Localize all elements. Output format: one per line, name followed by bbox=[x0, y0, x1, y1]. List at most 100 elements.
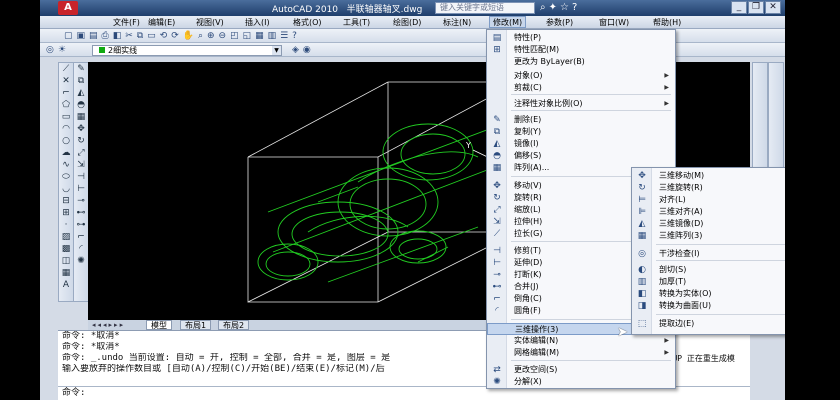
make-block-icon[interactable]: ⊞ bbox=[59, 207, 73, 219]
ucs-y-label: Y bbox=[465, 141, 471, 150]
modify-menu-item[interactable]: 网格编辑(M) ▶ bbox=[487, 347, 675, 359]
offset-icon[interactable]: ◓ bbox=[74, 99, 88, 111]
modify-menu-item[interactable]: ⊞ 特性匹配(M) bbox=[487, 44, 675, 56]
spline-icon[interactable]: ∿ bbox=[59, 159, 73, 171]
rectangle-icon[interactable]: ▭ bbox=[59, 111, 73, 123]
3d-submenu-item[interactable]: ↻ 三维旋转(R) bbox=[632, 182, 785, 194]
break-icon[interactable]: ⊷ bbox=[74, 207, 88, 219]
menu-help[interactable]: 帮助(H) bbox=[650, 17, 684, 28]
app-name: AutoCAD 2010 bbox=[272, 5, 339, 15]
copy-icon: ⧉ bbox=[493, 127, 501, 137]
modify-menu-item[interactable]: 对象(O) ▶ bbox=[487, 70, 675, 82]
3d-mirror-icon: ◭ bbox=[638, 219, 646, 229]
3d-submenu-item[interactable]: ⊫ 三维对齐(A) bbox=[632, 206, 785, 218]
stretch-icon[interactable]: ⇲ bbox=[74, 159, 88, 171]
ellipse-icon[interactable]: ⬭ bbox=[59, 171, 73, 183]
construction-line-icon[interactable]: ✕ bbox=[59, 75, 73, 87]
modify-menu-item[interactable]: ◓ 偏移(S) bbox=[487, 150, 675, 162]
menu-view[interactable]: 视图(V) bbox=[193, 17, 227, 28]
modify-menu-item[interactable]: 剪裁(C) ▶ bbox=[487, 82, 675, 94]
stretch-icon: ⇲ bbox=[493, 217, 501, 227]
modify-menu-item[interactable]: ✎ 删除(E) bbox=[487, 114, 675, 126]
3d-rotate-icon: ↻ bbox=[638, 183, 646, 193]
menu-insert[interactable]: 插入(I) bbox=[242, 17, 273, 28]
erase-icon[interactable]: ✎ bbox=[74, 63, 88, 75]
menu-format[interactable]: 格式(O) bbox=[290, 17, 325, 28]
region-icon[interactable]: ◫ bbox=[59, 255, 73, 267]
3d-submenu-item[interactable]: ◐ 剖切(S) bbox=[632, 264, 785, 276]
3d-submenu-item-label: 干涉检查(I) bbox=[659, 249, 700, 258]
ellipse-arc-icon[interactable]: ◡ bbox=[59, 183, 73, 195]
menu-parametric[interactable]: 参数(P) bbox=[543, 17, 576, 28]
3d-submenu-item[interactable]: ▦ 三维阵列(3) bbox=[632, 230, 785, 242]
break-point-icon[interactable]: ⊸ bbox=[74, 195, 88, 207]
chamfer-icon[interactable]: ⌐ bbox=[74, 231, 88, 243]
menu-window[interactable]: 窗口(W) bbox=[596, 17, 632, 28]
move-icon[interactable]: ✥ bbox=[74, 123, 88, 135]
tab-layout2[interactable]: 布局2 bbox=[218, 320, 250, 330]
infocenter-icons[interactable]: ⌕✦☆? bbox=[540, 2, 580, 13]
mirror-icon[interactable]: ◭ bbox=[74, 87, 88, 99]
mtext-icon[interactable]: A bbox=[59, 279, 73, 291]
menu-tools[interactable]: 工具(T) bbox=[340, 17, 373, 28]
modify-menu-item[interactable]: ◭ 镜像(I) bbox=[487, 138, 675, 150]
restore-icon[interactable]: ❐ bbox=[748, 1, 764, 14]
array-icon[interactable]: ▦ bbox=[74, 111, 88, 123]
modify-menu-item[interactable]: 更改为 ByLayer(B) bbox=[487, 56, 675, 68]
copy-icon[interactable]: ⧉ bbox=[74, 75, 88, 87]
layer-state-icons[interactable]: ◎☀ bbox=[46, 45, 70, 55]
insert-block-icon[interactable]: ⊟ bbox=[59, 195, 73, 207]
point-icon[interactable]: · bbox=[59, 219, 73, 231]
layer-dropdown[interactable]: 2细实线 ▼ bbox=[92, 45, 282, 56]
3d-submenu-item[interactable]: ◧ 转换为实体(O) bbox=[632, 288, 785, 300]
menu-file[interactable]: 文件(F) bbox=[110, 17, 143, 28]
modify-menu-item[interactable]: ✺ 分解(X) bbox=[487, 376, 675, 388]
3d-submenu-item[interactable]: ◨ 转换为曲面(U) bbox=[632, 300, 785, 312]
menu-draw[interactable]: 绘图(D) bbox=[390, 17, 424, 28]
polyline-icon[interactable]: ⌐ bbox=[59, 87, 73, 99]
window-controls: _ ❐ ✕ bbox=[731, 1, 781, 14]
menu-edit[interactable]: 编辑(E) bbox=[145, 17, 178, 28]
slice-icon: ◐ bbox=[638, 265, 646, 275]
tab-model[interactable]: 模型 bbox=[146, 320, 172, 330]
fillet-icon[interactable]: ◜ bbox=[74, 243, 88, 255]
modify-menu-item[interactable]: ⇄ 更改空间(S) bbox=[487, 364, 675, 376]
table-icon[interactable]: ▦ bbox=[59, 267, 73, 279]
3d-submenu-item[interactable]: ▥ 加厚(T) bbox=[632, 276, 785, 288]
modify-menu-item[interactable]: ⧉ 复制(Y) bbox=[487, 126, 675, 138]
standard-toolbar-icons[interactable]: ▢▣▤⎙◧✂⧉▭⟲⟳✋⌕⊕⊖◰◱▦▥☰? bbox=[64, 31, 301, 41]
tab-navigation-icons[interactable]: ◂◂◂▸▸▸ bbox=[92, 321, 125, 329]
autocad-logo-icon[interactable]: A bbox=[58, 1, 78, 15]
3d-submenu-item[interactable]: ⬚ 提取边(E) bbox=[632, 318, 785, 330]
chevron-down-icon[interactable]: ▼ bbox=[272, 46, 281, 55]
3d-submenu-item[interactable]: ◭ 三维镜像(D) bbox=[632, 218, 785, 230]
explode-icon[interactable]: ✺ bbox=[74, 255, 88, 267]
rotate-icon[interactable]: ↻ bbox=[74, 135, 88, 147]
hatch-icon[interactable]: ▨ bbox=[59, 231, 73, 243]
revcloud-icon[interactable]: ☁ bbox=[59, 147, 73, 159]
trim-icon[interactable]: ⊣ bbox=[74, 171, 88, 183]
tab-layout1[interactable]: 布局1 bbox=[180, 320, 212, 330]
layer-tool-icons[interactable]: ◈◉ bbox=[292, 45, 315, 55]
minimize-icon[interactable]: _ bbox=[731, 1, 747, 14]
modify-menu-item[interactable]: ▤ 特性(P) bbox=[487, 32, 675, 44]
arc-icon[interactable]: ◠ bbox=[59, 123, 73, 135]
join-icon[interactable]: ⊶ bbox=[74, 219, 88, 231]
extend-icon[interactable]: ⊢ bbox=[74, 183, 88, 195]
modify-menu-item[interactable]: 实体编辑(N) ▶ bbox=[487, 335, 675, 347]
circle-icon[interactable]: ○ bbox=[59, 135, 73, 147]
3d-submenu-item[interactable]: ⊨ 对齐(L) bbox=[632, 194, 785, 206]
menu-modify[interactable]: 修改(M) bbox=[489, 16, 527, 28]
gradient-icon[interactable]: ▩ bbox=[59, 243, 73, 255]
help-search-input[interactable]: 键入关键字或短语 bbox=[435, 2, 535, 14]
modify-menu-item-label: 特性(P) bbox=[514, 33, 542, 42]
scale-icon[interactable]: ⤢ bbox=[74, 147, 88, 159]
3d-submenu-item[interactable]: ✥ 三维移动(M) bbox=[632, 170, 785, 182]
3d-submenu-item[interactable]: ◎ 干涉检查(I) bbox=[632, 248, 785, 260]
close-icon[interactable]: ✕ bbox=[765, 1, 781, 14]
polygon-icon[interactable]: ⬠ bbox=[59, 99, 73, 111]
modify-menu-item[interactable]: 注释性对象比例(O) ▶ bbox=[487, 98, 675, 110]
mirror-icon: ◭ bbox=[493, 139, 501, 149]
line-icon[interactable]: ⟋ bbox=[59, 63, 73, 75]
menu-dimension[interactable]: 标注(N) bbox=[440, 17, 474, 28]
